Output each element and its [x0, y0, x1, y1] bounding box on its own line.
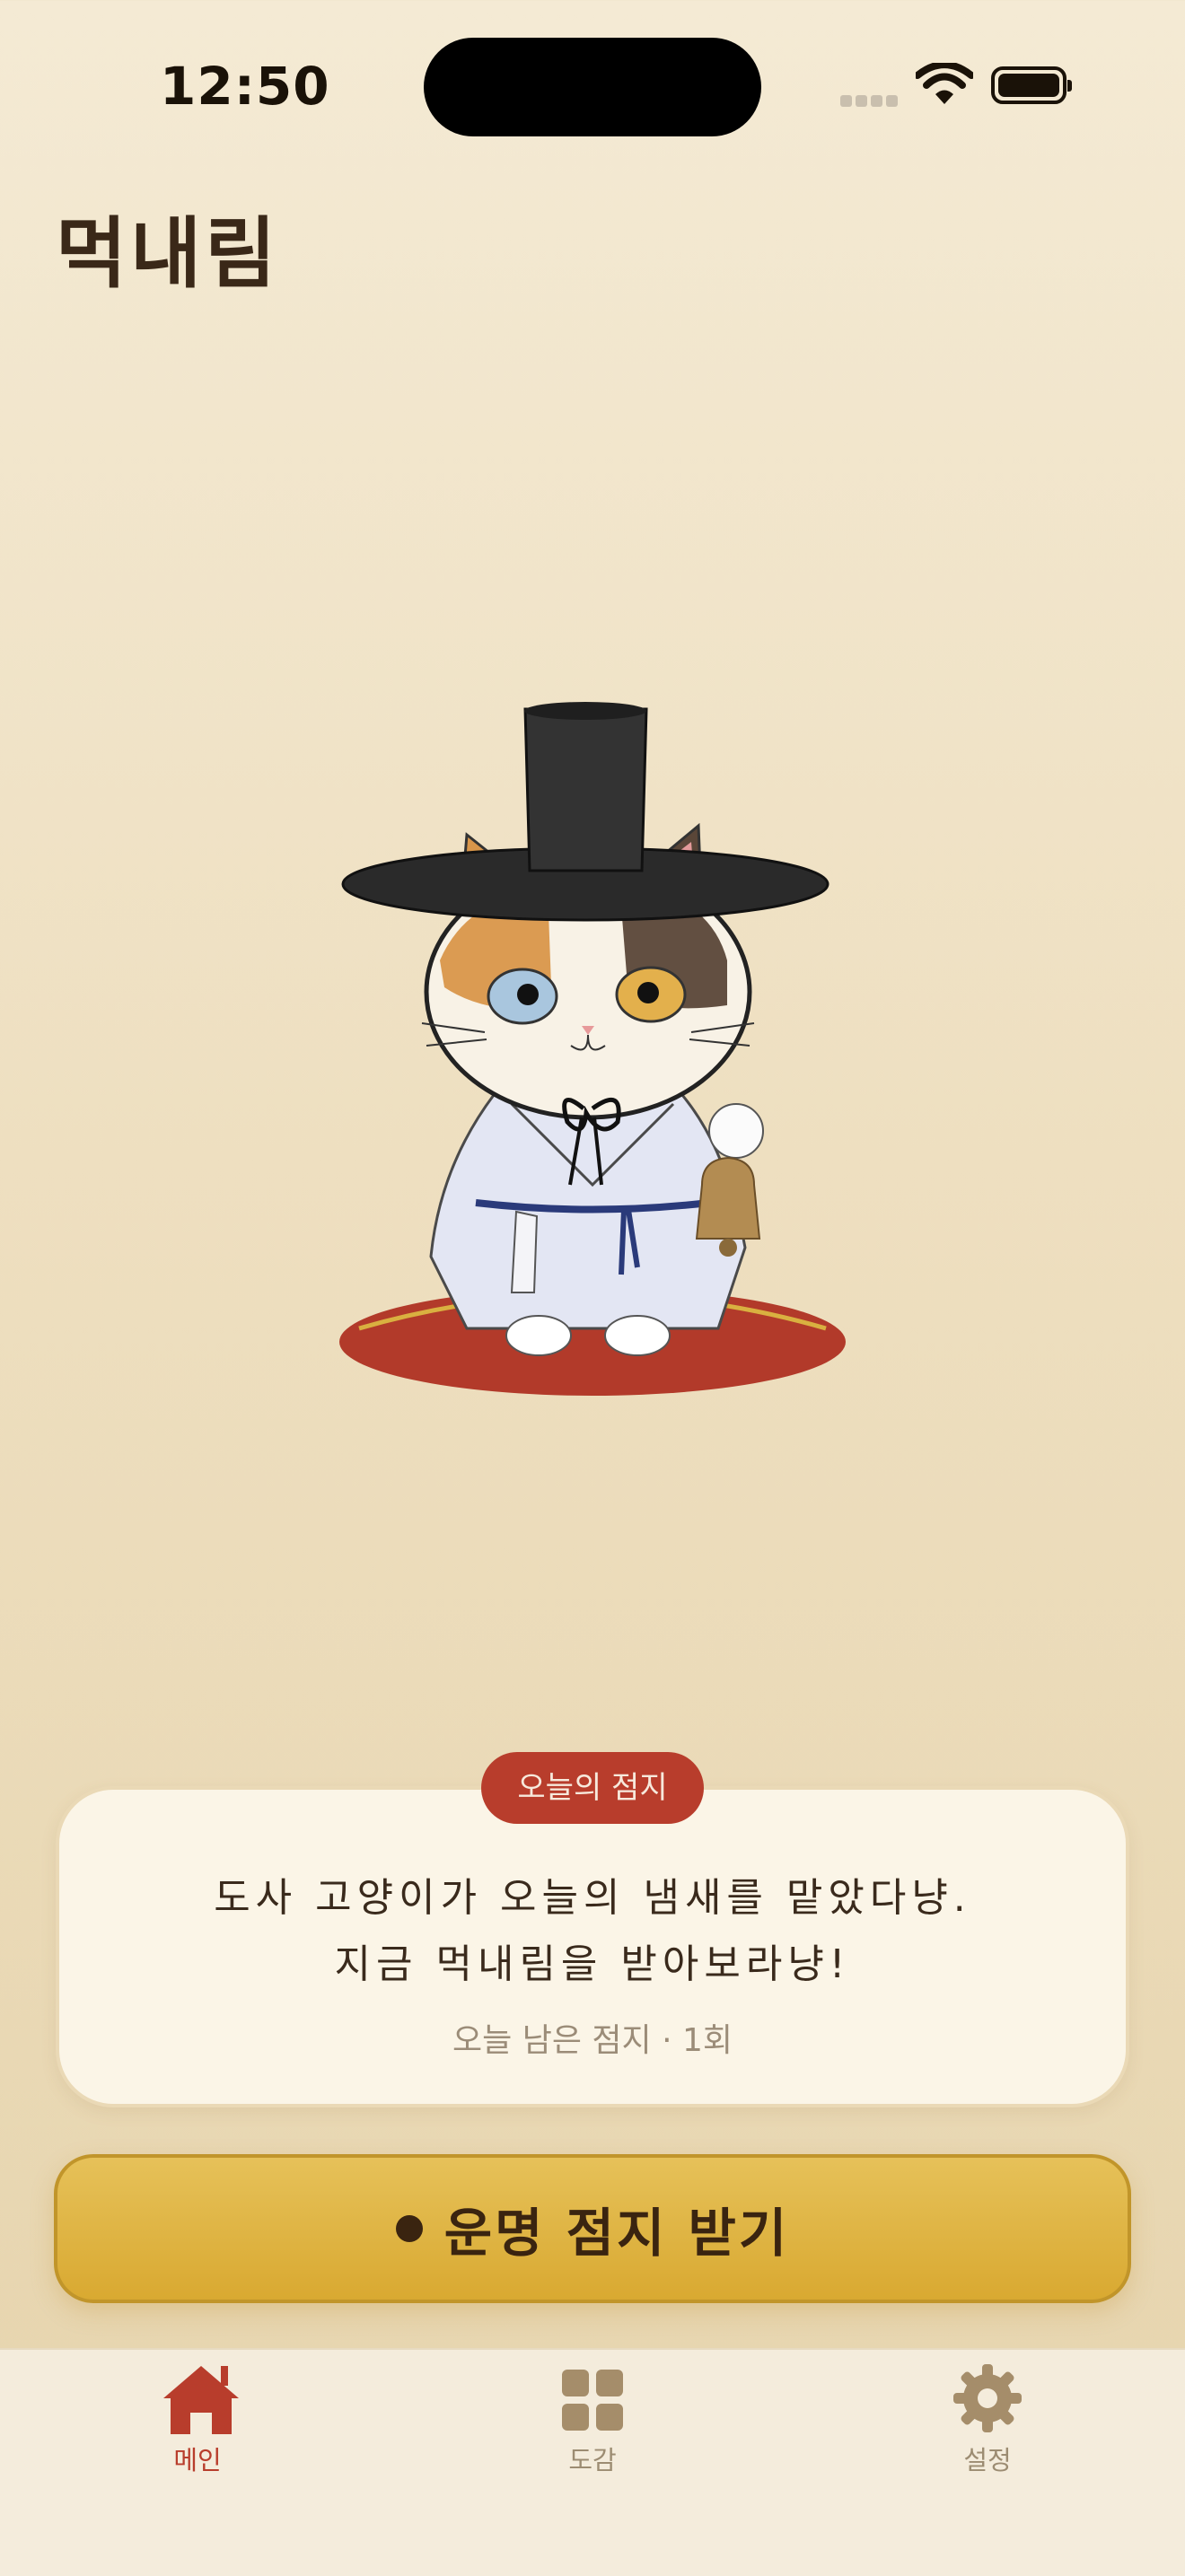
fortune-card: 도사 고양이가 오늘의 냄새를 맡았다냥. 지금 먹내림을 받아보라냥! 오늘 …	[56, 1786, 1129, 2107]
tab-label-main: 메인	[173, 2445, 222, 2475]
dynamic-island	[424, 38, 761, 136]
fortune-message-line1: 도사 고양이가 오늘의 냄새를 맡았다냥.	[214, 1875, 971, 1921]
tab-collection[interactable]: 도감	[458, 2350, 727, 2493]
fortune-cta-button[interactable]: 운명 점지 받기	[54, 2154, 1131, 2303]
mascot-cat-shaman-image	[339, 702, 846, 1396]
fortune-message-line2: 지금 먹내림을 받아보라냥!	[334, 1941, 851, 1987]
status-bar: 12:50	[0, 0, 1185, 171]
cellular-signal-icon	[840, 93, 901, 110]
grid-icon	[562, 2370, 623, 2431]
bullet-icon	[395, 2215, 423, 2242]
cta-label: 운명 점지 받기	[443, 2203, 790, 2264]
page-title: 먹내림	[56, 209, 280, 299]
house-icon	[163, 2366, 239, 2434]
gear-icon	[953, 2364, 1022, 2432]
wifi-icon	[916, 63, 973, 104]
status-time: 12:50	[160, 56, 330, 117]
tab-label-collection: 도감	[568, 2445, 617, 2475]
tab-label-settings: 설정	[963, 2445, 1012, 2475]
tab-main[interactable]: 메인	[63, 2350, 332, 2493]
remaining-count: 오늘 남은 점지 · 1회	[452, 2022, 733, 2059]
tab-settings[interactable]: 설정	[853, 2350, 1122, 2493]
fortune-card-badge: 오늘의 점지	[481, 1752, 704, 1824]
tab-bar: 메인 도감 설정	[0, 2348, 1185, 2576]
battery-icon	[991, 66, 1072, 104]
